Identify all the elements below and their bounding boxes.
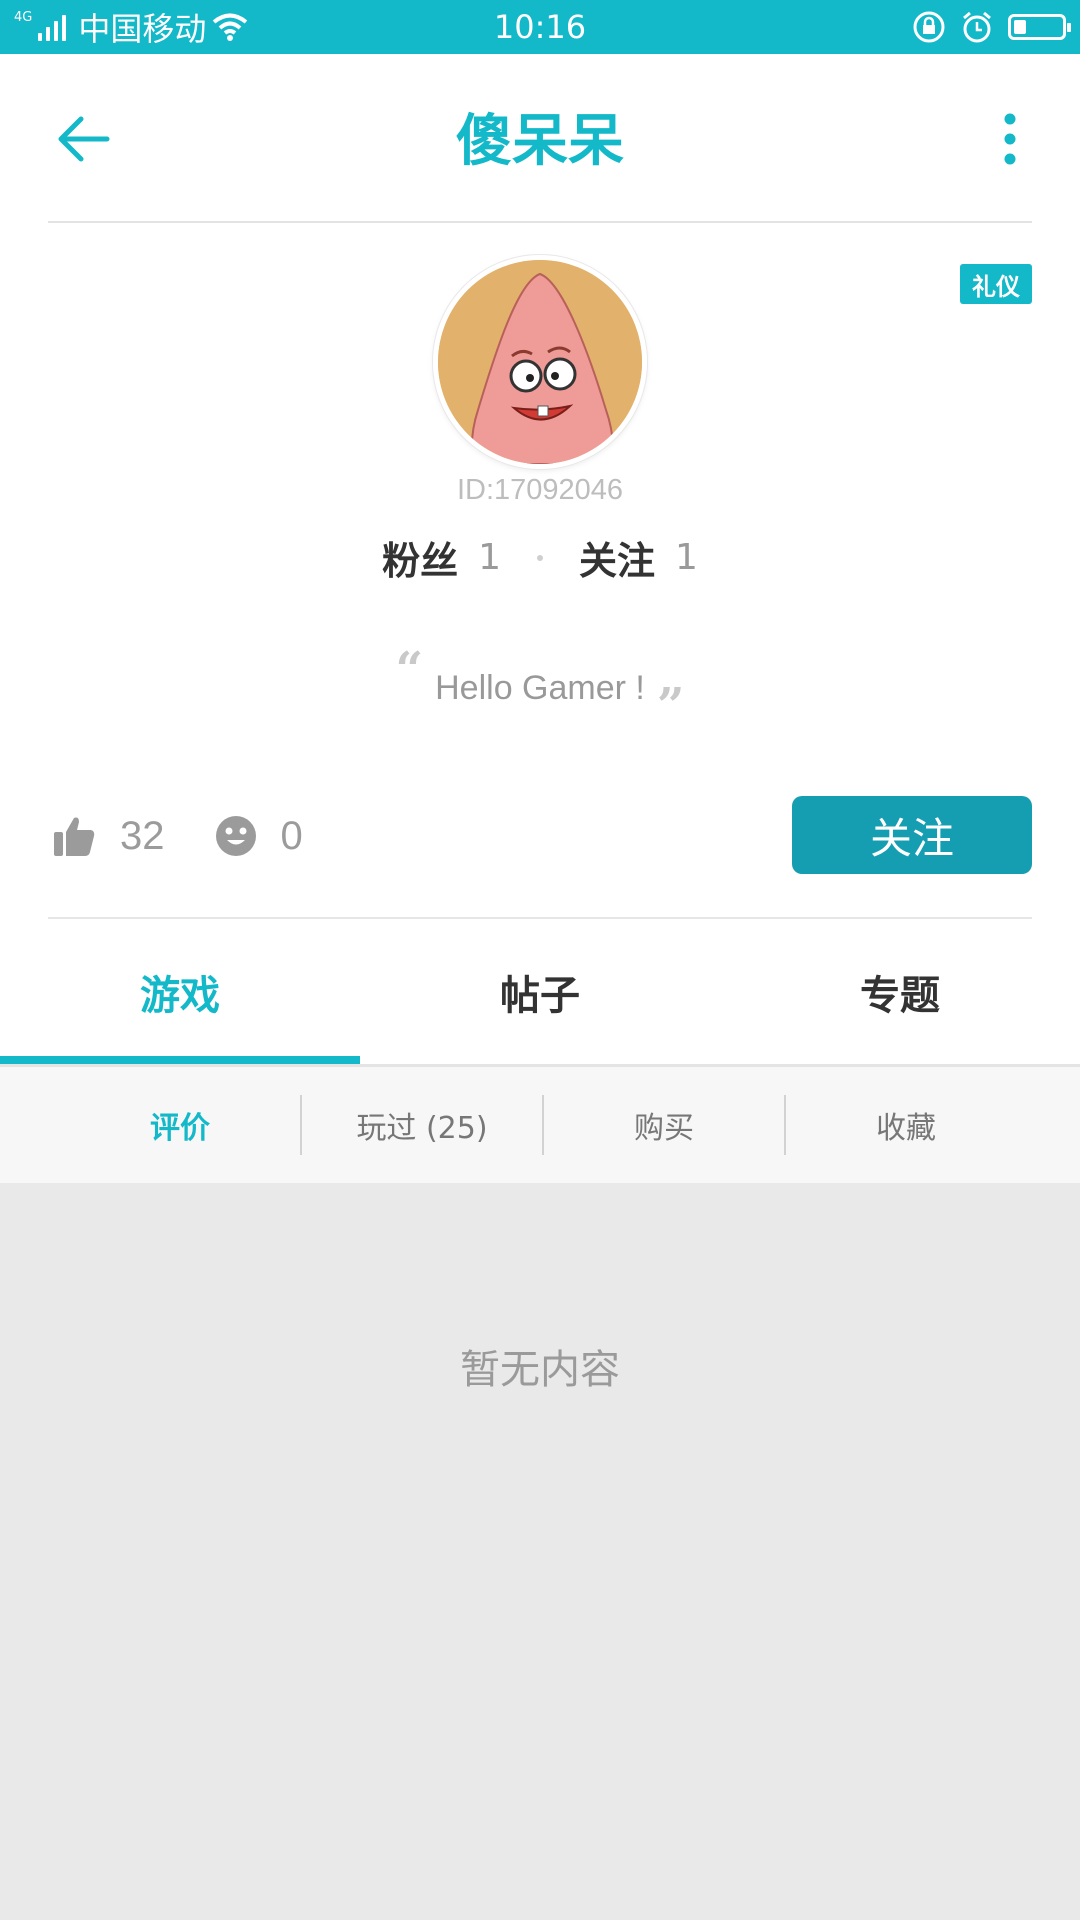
- status-right: [912, 10, 1071, 44]
- more-button[interactable]: [980, 104, 1040, 174]
- tab-posts[interactable]: 帖子: [360, 920, 720, 1064]
- subtab-purchased[interactable]: 购买: [544, 1095, 784, 1155]
- subtab-reviews[interactable]: 评价: [60, 1095, 300, 1155]
- user-id: ID:17092046: [456, 474, 624, 506]
- bio-text: Hello Gamer !: [435, 668, 645, 707]
- fans-label[interactable]: 粉丝: [382, 530, 458, 585]
- wifi-icon: [213, 13, 248, 41]
- follow-stats: 粉丝 1 关注 1: [0, 530, 1080, 585]
- tab-topics[interactable]: 专题: [720, 920, 1080, 1064]
- battery-fill: [1014, 20, 1026, 34]
- main-tabs: 游戏 帖子 专题: [0, 920, 1080, 1064]
- tab-games[interactable]: 游戏: [0, 920, 360, 1064]
- avatar[interactable]: [433, 255, 647, 469]
- reactions: 32 0: [52, 806, 333, 866]
- status-left: 4G 中国移动: [14, 4, 248, 50]
- follow-button[interactable]: 关注: [792, 796, 1032, 874]
- alarm-icon: [963, 11, 991, 43]
- bio: “ Hello Gamer ! ”: [0, 642, 1080, 734]
- content-area: 暂无内容: [0, 1183, 1080, 1920]
- signal-icon: [38, 13, 67, 41]
- title-bar: 傻呆呆: [0, 54, 1080, 222]
- carrier-name: 中国移动: [78, 10, 207, 48]
- avatar-image: [438, 260, 642, 464]
- thumbs-up-icon: [54, 817, 95, 856]
- rotation-lock-icon: [913, 11, 945, 43]
- like-button[interactable]: 32: [52, 814, 165, 859]
- reactions-divider: [48, 917, 1032, 919]
- smiley-icon: [215, 816, 256, 856]
- more-vertical-icon: [1004, 113, 1016, 165]
- subtab-played[interactable]: 玩过 (25): [302, 1095, 542, 1155]
- battery-icon: [1008, 14, 1071, 40]
- header-divider: [48, 221, 1032, 223]
- separator-dot: [537, 554, 543, 561]
- etiquette-badge[interactable]: 礼仪: [960, 264, 1032, 304]
- network-type: 4G: [14, 9, 33, 25]
- empty-state-text: 暂无内容: [460, 1347, 620, 1393]
- page-title: 傻呆呆: [456, 109, 624, 174]
- like-count: 32: [120, 813, 165, 858]
- open-quote-icon: “: [395, 642, 424, 698]
- status-bar: 4G 中国移动 10:16: [0, 0, 1080, 54]
- smile-button[interactable]: 0: [215, 814, 303, 859]
- sub-tabs: 评价 玩过 (25) 购买 收藏: [0, 1067, 1080, 1183]
- following-label[interactable]: 关注: [579, 530, 655, 585]
- close-quote-icon: ”: [656, 678, 685, 734]
- smile-count: 0: [280, 813, 303, 858]
- fans-count[interactable]: 1: [478, 537, 501, 578]
- subtab-favorites[interactable]: 收藏: [786, 1095, 1026, 1155]
- following-count[interactable]: 1: [675, 537, 698, 578]
